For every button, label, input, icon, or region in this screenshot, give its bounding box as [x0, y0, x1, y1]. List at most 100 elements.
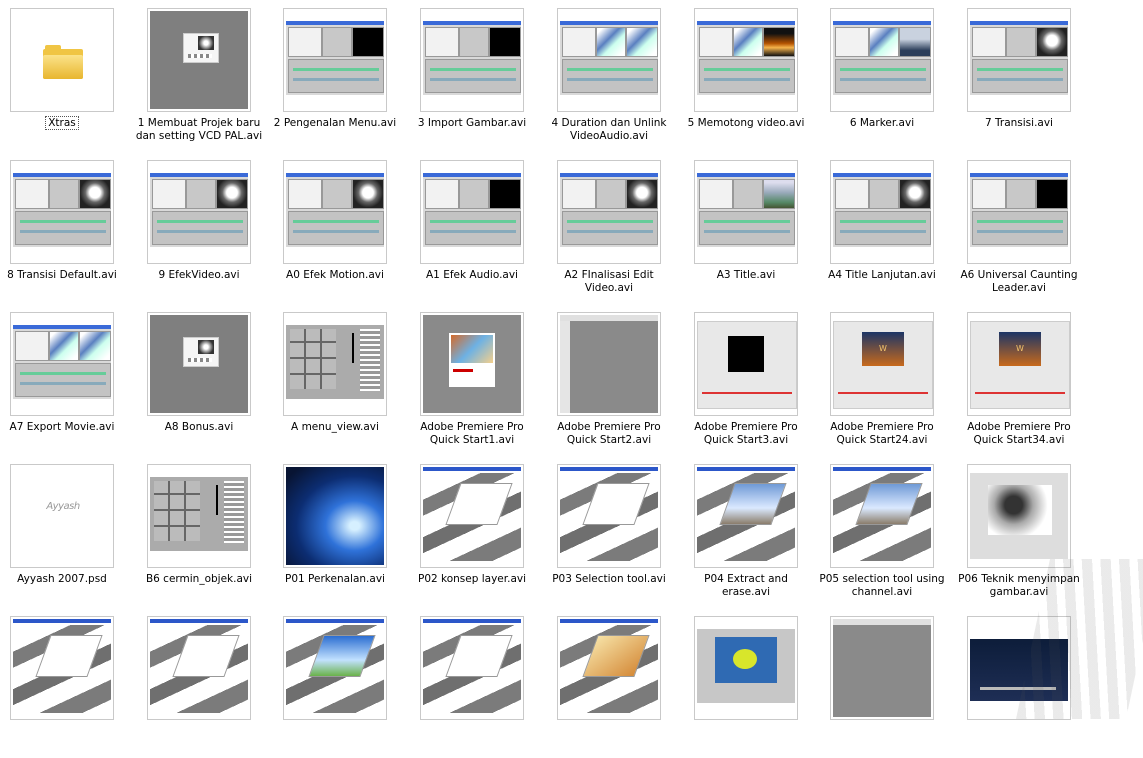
file-item[interactable]: P03 Selection tool.avi [547, 456, 684, 606]
file-name-label[interactable]: A1 Efek Audio.avi [406, 269, 538, 282]
file-name-label[interactable]: Adobe Premiere Pro Quick Start2.avi [543, 421, 675, 447]
file-name-label[interactable]: A3 Title.avi [680, 269, 812, 282]
file-item[interactable]: P02 konsep layer.avi [410, 456, 547, 606]
file-thumbnail[interactable] [557, 312, 661, 416]
file-name-label[interactable]: 6 Marker.avi [816, 117, 948, 130]
file-thumbnail[interactable] [10, 160, 114, 264]
file-name-label[interactable]: A2 FInalisasi Edit Video.avi [543, 269, 675, 295]
file-item[interactable]: 7 Transisi.avi [957, 0, 1094, 150]
file-thumbnail[interactable] [830, 8, 934, 112]
folder-item[interactable]: Xtras [0, 0, 137, 150]
file-thumbnail[interactable] [694, 616, 798, 720]
file-item[interactable]: A3 Title.avi [684, 152, 821, 302]
file-thumbnail[interactable] [283, 312, 387, 416]
file-name-label[interactable]: Adobe Premiere Pro Quick Start3.avi [680, 421, 812, 447]
file-item[interactable]: P05 selection tool using channel.avi [819, 456, 957, 606]
file-item[interactable]: A0 Efek Motion.avi [273, 152, 410, 302]
file-name-label[interactable]: A6 Universal Caunting Leader.avi [953, 269, 1085, 295]
file-thumbnail[interactable] [420, 312, 524, 416]
file-thumbnail[interactable] [694, 312, 798, 416]
file-thumbnail[interactable]: W [830, 312, 934, 416]
file-item[interactable]: P01 Perkenalan.avi [273, 456, 410, 606]
file-name-label[interactable]: Xtras [0, 116, 128, 130]
file-name-label[interactable]: 2 Pengenalan Menu.avi [269, 117, 401, 130]
file-thumbnail[interactable] [147, 160, 251, 264]
file-item[interactable]: B6 cermin_objek.avi [137, 456, 274, 606]
file-name-label[interactable]: A8 Bonus.avi [133, 421, 265, 434]
file-item[interactable]: 2 Pengenalan Menu.avi [273, 0, 410, 150]
file-thumbnail[interactable] [283, 160, 387, 264]
file-item[interactable]: A8 Bonus.avi [137, 304, 274, 454]
file-item[interactable]: Adobe Premiere Pro Quick Start3.avi [684, 304, 821, 454]
file-name-label[interactable]: A menu_view.avi [269, 421, 401, 434]
file-name-label[interactable]: A7 Export Movie.avi [0, 421, 128, 434]
file-item[interactable]: 5 Memotong video.avi [684, 0, 821, 150]
file-item[interactable]: 1 Membuat Projek baru dan setting VCD PA… [136, 0, 274, 150]
file-item[interactable] [410, 608, 547, 758]
file-thumbnail[interactable]: W [967, 312, 1071, 416]
file-name-label[interactable]: Adobe Premiere Pro Quick Start1.avi [406, 421, 538, 447]
file-thumbnail[interactable] [557, 464, 661, 568]
file-thumbnail[interactable] [10, 616, 114, 720]
file-name-label[interactable]: P01 Perkenalan.avi [269, 573, 401, 586]
file-item[interactable]: A6 Universal Caunting Leader.avi [957, 152, 1094, 302]
file-thumbnail[interactable] [420, 160, 524, 264]
file-name-label[interactable]: P02 konsep layer.avi [406, 573, 538, 586]
file-thumbnail[interactable] [830, 464, 934, 568]
file-thumbnail[interactable] [967, 464, 1071, 568]
file-item[interactable]: A1 Efek Audio.avi [410, 152, 547, 302]
file-name-label[interactable]: 5 Memotong video.avi [680, 117, 812, 130]
file-name-label[interactable]: P05 selection tool using channel.avi [816, 573, 948, 599]
file-item[interactable]: 3 Import Gambar.avi [410, 0, 547, 150]
file-thumbnail[interactable] [830, 616, 934, 720]
file-thumbnail[interactable] [147, 464, 251, 568]
file-thumbnail[interactable] [420, 616, 524, 720]
file-thumbnail[interactable] [967, 8, 1071, 112]
file-item[interactable]: P04 Extract and erase.avi [684, 456, 821, 606]
file-item[interactable]: Adobe Premiere Pro Quick Start2.avi [547, 304, 684, 454]
file-item[interactable] [0, 608, 137, 758]
file-item[interactable] [684, 608, 821, 758]
file-name-label[interactable]: A4 Title Lanjutan.avi [816, 269, 948, 282]
file-item[interactable] [547, 608, 684, 758]
file-name-label[interactable]: 3 Import Gambar.avi [406, 117, 538, 130]
file-name-label[interactable]: 1 Membuat Projek baru dan setting VCD PA… [133, 117, 265, 143]
file-item[interactable] [273, 608, 410, 758]
file-thumbnail[interactable] [967, 160, 1071, 264]
file-thumbnail[interactable] [557, 8, 661, 112]
file-name-label[interactable]: Adobe Premiere Pro Quick Start34.avi [953, 421, 1085, 447]
file-name-label[interactable]: 7 Transisi.avi [953, 117, 1085, 130]
file-thumbnail[interactable] [147, 8, 251, 112]
file-item[interactable]: Ayyash Ayyash 2007.psd [0, 456, 137, 606]
file-name-label[interactable]: 4 Duration dan Unlink VideoAudio.avi [543, 117, 675, 143]
file-thumbnail[interactable] [420, 8, 524, 112]
file-thumbnail[interactable] [557, 616, 661, 720]
file-name-label[interactable]: 8 Transisi Default.avi [0, 269, 128, 282]
file-name-label[interactable]: A0 Efek Motion.avi [269, 269, 401, 282]
file-thumbnail[interactable] [557, 160, 661, 264]
file-name-label[interactable]: B6 cermin_objek.avi [133, 573, 265, 586]
file-thumbnail[interactable] [694, 160, 798, 264]
file-thumbnail[interactable] [10, 8, 114, 112]
file-thumbnail[interactable] [694, 464, 798, 568]
file-item[interactable]: A menu_view.avi [273, 304, 410, 454]
file-item[interactable]: A7 Export Movie.avi [0, 304, 137, 454]
file-item[interactable]: 4 Duration dan Unlink VideoAudio.avi [547, 0, 684, 150]
file-item[interactable] [820, 608, 957, 758]
file-thumbnail[interactable] [283, 8, 387, 112]
file-thumbnail[interactable] [147, 312, 251, 416]
file-item[interactable]: 8 Transisi Default.avi [0, 152, 137, 302]
file-name-label[interactable]: P04 Extract and erase.avi [680, 573, 812, 599]
file-thumbnail[interactable] [10, 312, 114, 416]
file-thumbnail[interactable]: Ayyash [10, 464, 114, 568]
file-item[interactable]: 9 EfekVideo.avi [137, 152, 274, 302]
file-item[interactable]: W Adobe Premiere Pro Quick Start34.avi [957, 304, 1094, 454]
file-thumbnail[interactable] [283, 616, 387, 720]
file-name-label[interactable]: Ayyash 2007.psd [0, 573, 128, 586]
file-item[interactable] [137, 608, 274, 758]
file-thumbnail[interactable] [830, 160, 934, 264]
file-item[interactable]: A2 FInalisasi Edit Video.avi [547, 152, 684, 302]
file-name-label[interactable]: Adobe Premiere Pro Quick Start24.avi [816, 421, 948, 447]
file-item[interactable]: A4 Title Lanjutan.avi [820, 152, 957, 302]
file-item[interactable]: 6 Marker.avi [820, 0, 957, 150]
